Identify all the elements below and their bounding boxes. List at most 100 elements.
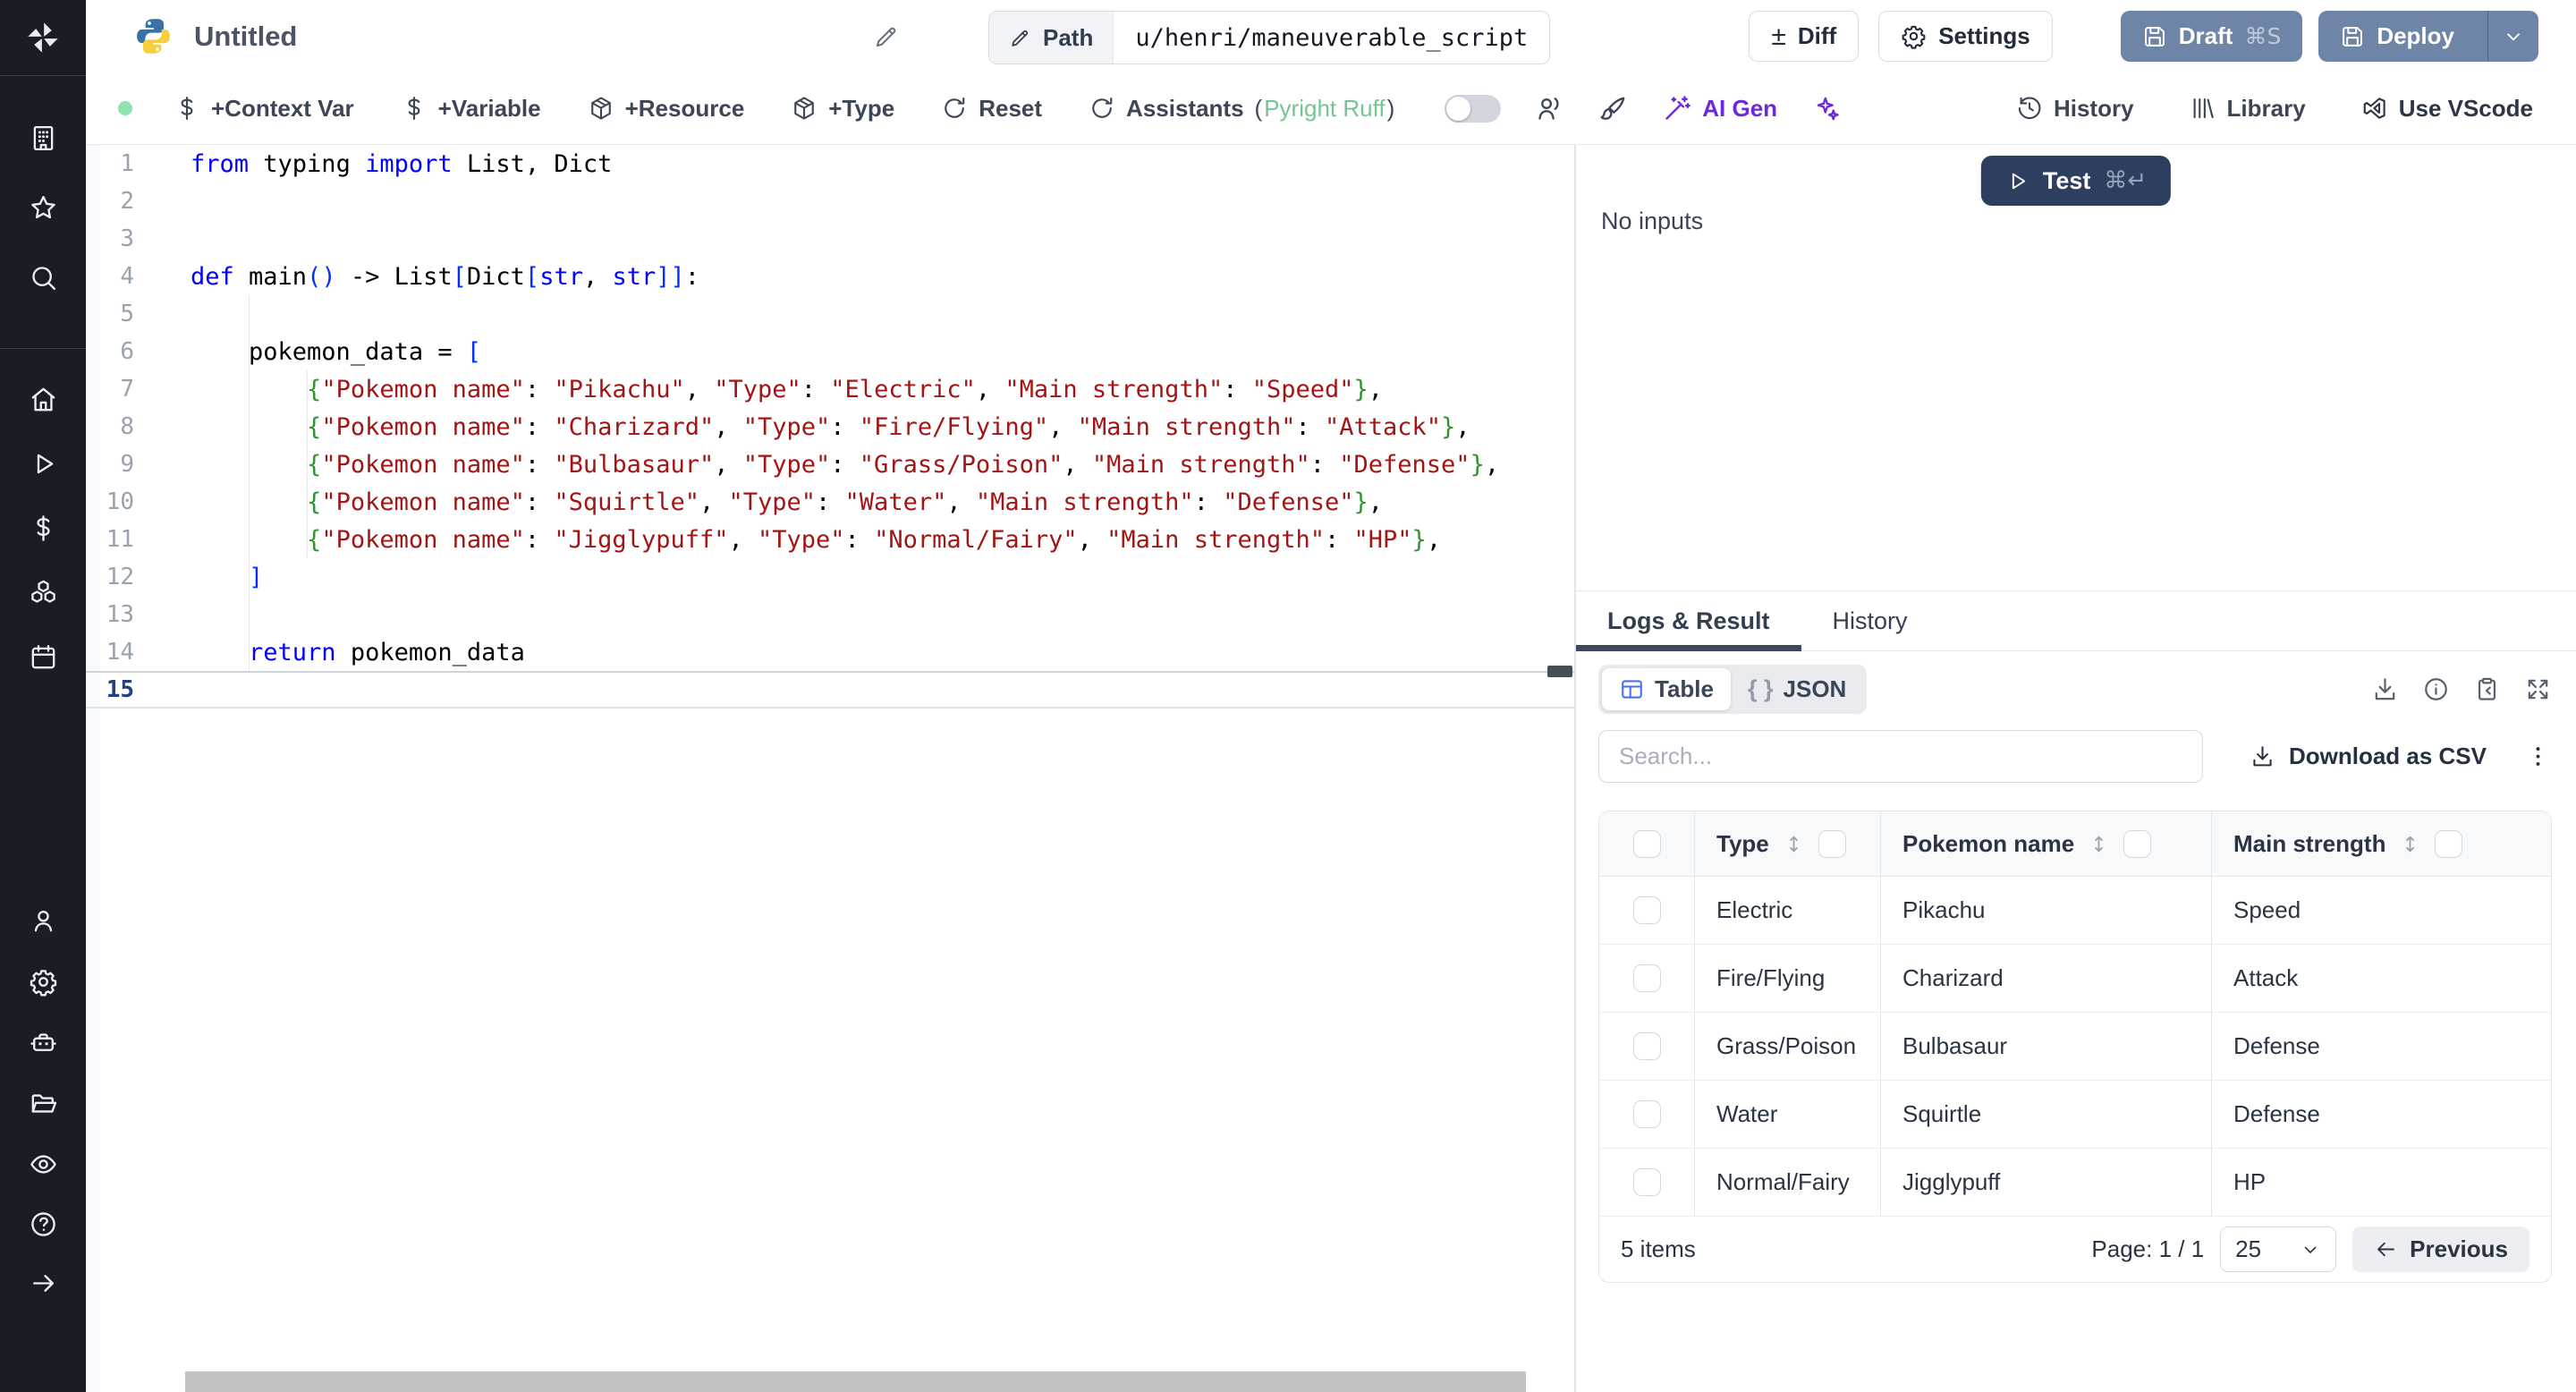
sidebar-search-button[interactable]: [0, 242, 86, 312]
row-checkbox[interactable]: [1632, 1100, 1661, 1128]
star-icon: [29, 193, 58, 223]
user-icon: [29, 906, 58, 936]
line-number: 3: [120, 225, 134, 252]
package-icon: [791, 95, 818, 122]
page-size-select[interactable]: 25: [2220, 1226, 2337, 1272]
table-row[interactable]: Water Squirtle Defense: [1599, 1081, 2551, 1149]
diff-label: Diff: [1797, 22, 1837, 49]
sidebar-calendar-button[interactable]: [0, 624, 86, 689]
eye-icon: [29, 1150, 58, 1179]
toolbar-resource-button[interactable]: +Resource: [588, 95, 744, 123]
row-checkbox[interactable]: [1632, 1168, 1661, 1196]
download-csv-button[interactable]: Download as CSV: [2250, 743, 2487, 770]
sort-icon[interactable]: [2399, 833, 2421, 855]
deploy-dropdown-button[interactable]: [2487, 11, 2538, 62]
pencil-icon: [1009, 27, 1031, 49]
table-row[interactable]: Normal/Fairy Jigglypuff HP: [1599, 1149, 2551, 1217]
expand-icon[interactable]: [2524, 675, 2552, 703]
deploy-button[interactable]: Deploy: [2318, 11, 2476, 62]
line-number: 11: [106, 526, 134, 553]
toolbar-library-button[interactable]: Library: [2190, 95, 2306, 123]
sidebar-star-button[interactable]: [0, 173, 86, 242]
sidebar-user-button[interactable]: [0, 890, 86, 951]
table-row[interactable]: Grass/Poison Bulbasaur Defense: [1599, 1013, 2551, 1081]
copy-to-clipboard-icon[interactable]: [2473, 675, 2501, 703]
multiplayer-users-button[interactable]: [1535, 94, 1564, 123]
code-line-9: 9 {"Pokemon name": "Bulbasaur", "Type": …: [86, 446, 1574, 483]
row-checkbox[interactable]: [1632, 964, 1661, 992]
toolbar-assistants-button[interactable]: Assistants (Pyright Ruff): [1089, 95, 1394, 123]
sidebar-folder-button[interactable]: [0, 1073, 86, 1133]
sidebar-help-button[interactable]: [0, 1194, 86, 1253]
sidebar-dollar-button[interactable]: [0, 496, 86, 560]
language-status-dot: [118, 101, 132, 115]
line-number: 12: [106, 564, 134, 590]
dollar-icon: [401, 95, 428, 122]
table-row[interactable]: Fire/Flying Charizard Attack: [1599, 945, 2551, 1013]
view-label: Table: [1655, 675, 1714, 702]
table-menu-button[interactable]: [2524, 743, 2552, 770]
info-icon[interactable]: [2422, 675, 2450, 703]
column-filter-checkbox[interactable]: [2123, 829, 2152, 858]
edit-title-pencil-icon[interactable]: [873, 23, 900, 50]
horizontal-scrollbar-thumb[interactable]: [185, 1371, 1526, 1392]
settings-button[interactable]: Settings: [1878, 11, 2053, 62]
download-result-icon[interactable]: [2371, 675, 2399, 703]
windmill-logo-icon: [25, 20, 61, 55]
sidebar-boxes-button[interactable]: [0, 560, 86, 624]
line-number: 14: [106, 639, 134, 666]
sidebar-robot-button[interactable]: [0, 1012, 86, 1073]
ai-gen-button[interactable]: AI Gen: [1662, 94, 1777, 123]
sidebar-eye-button[interactable]: [0, 1133, 86, 1194]
cell: Defense: [2211, 1013, 2551, 1080]
toolbar-history-button[interactable]: History: [2016, 95, 2134, 123]
row-checkbox[interactable]: [1632, 896, 1661, 924]
tab-history[interactable]: History: [1801, 591, 1939, 650]
windmill-logo[interactable]: [0, 0, 86, 76]
toolbar-reset-button[interactable]: Reset: [941, 95, 1042, 123]
result-action-icons: [2371, 675, 2552, 703]
magic-wand-icon: [1662, 94, 1691, 123]
line-number: 5: [120, 301, 134, 327]
format-code-button[interactable]: [1598, 94, 1628, 123]
test-run-button[interactable]: Test ⌘↵: [1980, 156, 2172, 206]
library-icon: [2190, 95, 2216, 122]
code-editor[interactable]: 1 from typing import List, Dict 2 3 4 def mai…: [86, 145, 1574, 1392]
code-line-3: 3: [86, 220, 1574, 258]
sidebar-building-button[interactable]: [0, 103, 86, 173]
view-json-button[interactable]: { } JSON: [1731, 668, 1863, 710]
draft-save-button[interactable]: Draft ⌘S: [2120, 11, 2303, 62]
column-filter-checkbox[interactable]: [2435, 829, 2463, 858]
building-icon: [29, 123, 58, 153]
script-path-field[interactable]: Path u/henri/maneuverable_script: [988, 11, 1551, 64]
sidebar-gear-button[interactable]: [0, 951, 86, 1012]
view-table-button[interactable]: Table: [1602, 668, 1731, 710]
package-icon: [588, 95, 614, 122]
search-input[interactable]: [1598, 730, 2203, 783]
toolbar-context-var-button[interactable]: +Context Var: [174, 95, 354, 123]
page-indicator: Page: 1 / 1: [2091, 1235, 2205, 1262]
sidebar: [0, 0, 86, 1392]
code-line-15: 15: [86, 671, 1574, 709]
home-icon: [29, 385, 58, 414]
column-filter-checkbox[interactable]: [1818, 829, 1846, 858]
dollar-icon: [29, 514, 58, 543]
toolbar-variable-button[interactable]: +Variable: [401, 95, 541, 123]
previous-page-button[interactable]: Previous: [2352, 1226, 2529, 1272]
panel-resize-handle[interactable]: [1547, 666, 1572, 677]
multiplayer-toggle[interactable]: [1445, 94, 1502, 123]
sort-icon[interactable]: [1783, 833, 1805, 855]
tab-logs-result[interactable]: Logs & Result: [1576, 591, 1801, 651]
sidebar-play-button[interactable]: [0, 431, 86, 496]
select-all-checkbox[interactable]: [1632, 829, 1661, 858]
sort-icon[interactable]: [2088, 833, 2110, 855]
ai-sparkles-button[interactable]: [1811, 94, 1841, 123]
table-row[interactable]: Electric Pikachu Speed: [1599, 877, 2551, 945]
sidebar-arrow-right-button[interactable]: [0, 1253, 86, 1312]
toolbar-type-button[interactable]: +Type: [791, 95, 894, 123]
sidebar-home-button[interactable]: [0, 367, 86, 431]
toolbar-use-vscode-button[interactable]: Use VScode: [2361, 95, 2533, 123]
diff-button[interactable]: ± Diff: [1749, 11, 1860, 62]
row-checkbox[interactable]: [1632, 1032, 1661, 1060]
table-grid-icon: [1619, 676, 1645, 702]
